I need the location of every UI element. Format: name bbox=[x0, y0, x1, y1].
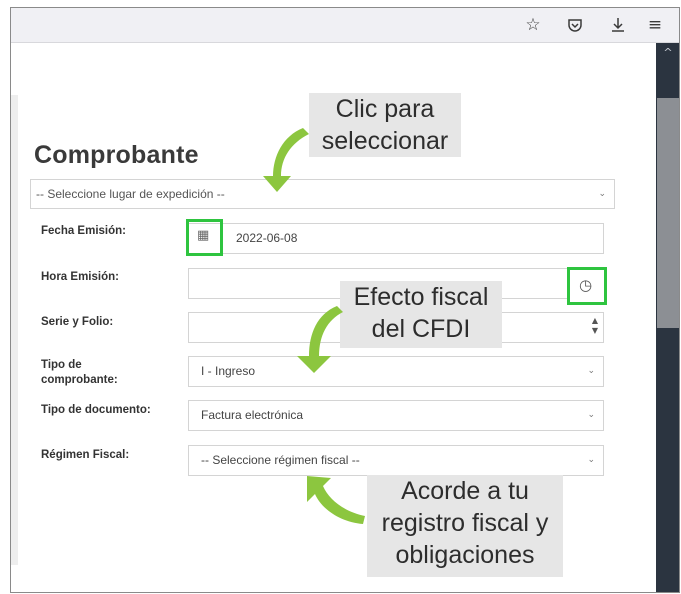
callout-efecto-fiscal: Efecto fiscal del CFDI bbox=[340, 281, 502, 348]
clock-icon: ◷ bbox=[579, 276, 593, 294]
lugar-expedicion-select[interactable]: -- Seleccione lugar de expedición -- ⌄ bbox=[30, 179, 615, 209]
fecha-emision-field[interactable]: 2022-06-08 bbox=[188, 223, 604, 254]
regimen-fiscal-label: Régimen Fiscal: bbox=[41, 449, 130, 461]
tipo-documento-select[interactable]: Factura electrónica ⌄ bbox=[188, 400, 604, 431]
calendar-button[interactable]: ▦ bbox=[186, 219, 223, 256]
callout-text: del CFDI bbox=[371, 315, 471, 343]
serie-folio-label: Serie y Folio: bbox=[41, 316, 114, 328]
tipo-comprobante-select[interactable]: I - Ingreso ⌄ bbox=[188, 356, 604, 387]
calendar-icon: ▦ bbox=[197, 228, 210, 243]
menu-icon[interactable]: ≡ bbox=[643, 13, 667, 37]
pocket-icon[interactable] bbox=[563, 13, 587, 37]
chevron-down-icon: ⌄ bbox=[587, 410, 595, 420]
chevron-down-icon: ⌄ bbox=[587, 366, 595, 376]
time-picker-button[interactable]: ◷ bbox=[567, 267, 607, 305]
page-title: Comprobante bbox=[34, 141, 199, 169]
chevron-down-icon: ⌄ bbox=[587, 455, 595, 465]
lugar-expedicion-value: -- Seleccione lugar de expedición -- bbox=[36, 187, 225, 201]
browser-window: ☆ ≡ ^ Comprobante -- Seleccione lugar de… bbox=[10, 7, 680, 593]
scroll-thumb[interactable] bbox=[657, 98, 679, 328]
regimen-fiscal-value: -- Seleccione régimen fiscal -- bbox=[201, 453, 360, 467]
tipo-comprobante-label-line2: comprobante: bbox=[41, 374, 118, 386]
callout-text: obligaciones bbox=[395, 541, 535, 569]
callout-text: seleccionar bbox=[321, 127, 449, 155]
left-gutter bbox=[11, 95, 18, 565]
tipo-documento-value: Factura electrónica bbox=[201, 408, 304, 422]
callout-text: registro fiscal y bbox=[381, 509, 549, 537]
tipo-comprobante-label-line1: Tipo de bbox=[41, 359, 82, 371]
callout-text: Clic para bbox=[335, 95, 435, 123]
tipo-comprobante-value: I - Ingreso bbox=[201, 364, 256, 378]
callout-clic-seleccionar: Clic para seleccionar bbox=[309, 93, 461, 157]
scrollbar[interactable]: ^ bbox=[656, 43, 679, 592]
hora-emision-label: Hora Emisión: bbox=[41, 271, 119, 283]
star-icon[interactable]: ☆ bbox=[521, 13, 545, 37]
scroll-up-icon[interactable]: ^ bbox=[656, 43, 679, 61]
fecha-emision-label: Fecha Emisión: bbox=[41, 225, 126, 237]
callout-text: Acorde a tu bbox=[401, 477, 529, 505]
tipo-documento-label: Tipo de documento: bbox=[41, 404, 151, 416]
tipo-comprobante-label: Tipo de comprobante: bbox=[41, 358, 118, 388]
regimen-fiscal-select[interactable]: -- Seleccione régimen fiscal -- ⌄ bbox=[188, 445, 604, 476]
download-icon[interactable] bbox=[606, 13, 630, 37]
callout-text: Efecto fiscal bbox=[353, 283, 489, 311]
chevron-down-icon: ⌄ bbox=[598, 189, 606, 199]
callout-acorde-registro: Acorde a tu registro fiscal y obligacion… bbox=[367, 475, 563, 577]
number-stepper-icon[interactable]: ▲ ▼ bbox=[592, 316, 598, 336]
browser-toolbar: ☆ ≡ bbox=[11, 8, 679, 43]
